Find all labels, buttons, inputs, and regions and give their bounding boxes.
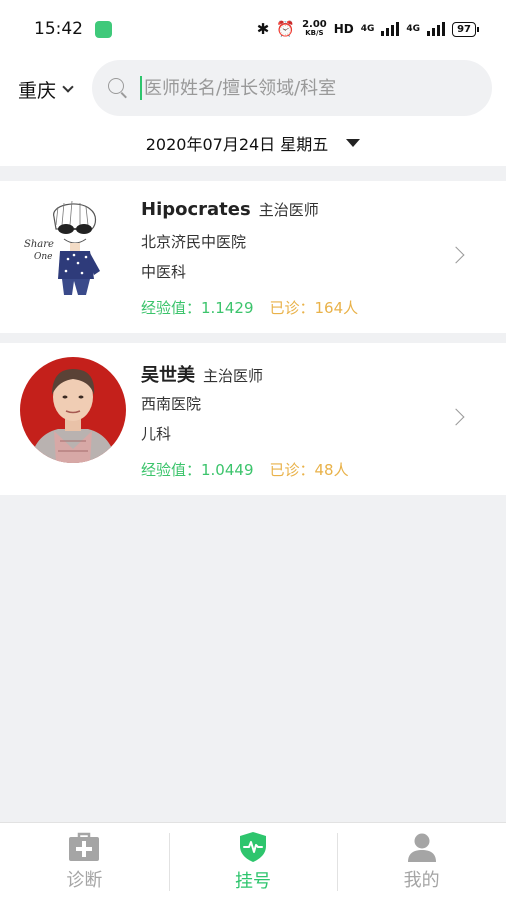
network-speed: 2.00 KB/S: [302, 20, 327, 38]
avatar-text-1: Share: [24, 239, 54, 250]
battery-level: 97: [457, 23, 471, 35]
visit-count: 已诊：48人: [269, 461, 349, 479]
net-label-2: 4G: [406, 24, 421, 34]
chevron-down-icon: [62, 80, 74, 93]
doctor-card[interactable]: 吴世美 主治医师 西南医院 儿科 经验值：1.0449 已诊：48人: [0, 343, 506, 495]
visit-count: 已诊：164人: [269, 299, 359, 317]
date-selector[interactable]: 2020年07月24日 星期五: [0, 120, 506, 166]
status-time: 15:42: [34, 19, 83, 39]
doctor-card[interactable]: Share One Hipocrates 主治医师 北京济民中医院 中医科 经验…: [0, 181, 506, 333]
search-header: 重庆: [0, 58, 506, 120]
date-label: 2020年07月24日 星期五: [145, 135, 329, 154]
doctor-name: Hipocrates: [141, 199, 251, 220]
status-icons: ✱ ⏰ 2.00 KB/S HD 4G 4G 97: [256, 20, 479, 38]
doctor-title: 主治医师: [203, 367, 264, 385]
status-bar: 15:42 ✱ ⏰ 2.00 KB/S HD 4G 4G 97: [0, 0, 506, 58]
doctor-name: 吴世美: [141, 365, 195, 386]
city-label: 重庆: [18, 79, 57, 102]
avatar-text-2: One: [34, 252, 53, 262]
bottom-tab-bar: 诊断 挂号 我的: [0, 822, 506, 900]
speed-value: 2.00: [302, 19, 327, 30]
app-notification-icon: [95, 20, 112, 38]
shield-pulse-icon: [240, 831, 266, 862]
bluetooth-icon: ✱: [256, 20, 270, 38]
doctor-department: 中医科: [141, 263, 187, 281]
tab-registration[interactable]: 挂号: [168, 823, 338, 900]
tab-label: 诊断: [66, 869, 103, 891]
net-label-1: 4G: [360, 24, 375, 34]
doctor-name-line: Hipocrates 主治医师: [141, 199, 319, 220]
text-cursor: [140, 76, 142, 100]
doctor-photo-icon: [20, 357, 126, 463]
doctor-stats: 经验值：1.0449 已诊：48人: [141, 459, 349, 480]
battery-icon: 97: [452, 21, 479, 37]
experience-value: 经验值：1.0449: [141, 461, 254, 479]
alarm-icon: ⏰: [276, 20, 296, 38]
cartoon-avatar-icon: Share One: [20, 195, 126, 301]
search-input[interactable]: [144, 77, 464, 99]
avatar: [20, 357, 126, 463]
doctor-name-line: 吴世美 主治医师: [141, 361, 263, 387]
hd-label: HD: [333, 22, 354, 36]
signal-icon: [381, 22, 400, 36]
tab-profile[interactable]: 我的: [337, 823, 506, 900]
experience-value: 经验值：1.1429: [141, 299, 254, 317]
signal-icon-2: [427, 22, 446, 36]
search-icon: [108, 78, 128, 98]
chevron-right-icon: [447, 408, 465, 426]
doctor-hospital: 西南医院: [141, 395, 202, 413]
doctor-hospital: 北京济民中医院: [141, 233, 247, 251]
chevron-right-icon: [447, 246, 465, 264]
tab-diagnosis[interactable]: 诊断: [0, 823, 169, 900]
city-selector[interactable]: 重庆: [18, 76, 74, 103]
doctor-title: 主治医师: [258, 201, 319, 219]
medical-kit-icon: [69, 832, 100, 861]
doctor-stats: 经验值：1.1429 已诊：164人: [141, 297, 358, 318]
speed-unit: KB/S: [305, 29, 324, 37]
person-icon: [407, 833, 436, 862]
dropdown-triangle-icon: [346, 139, 361, 147]
doctor-department: 儿科: [141, 425, 172, 443]
avatar: Share One: [20, 195, 126, 301]
tab-label: 我的: [403, 869, 440, 891]
tab-label: 挂号: [235, 870, 271, 892]
search-bar[interactable]: [92, 60, 492, 116]
